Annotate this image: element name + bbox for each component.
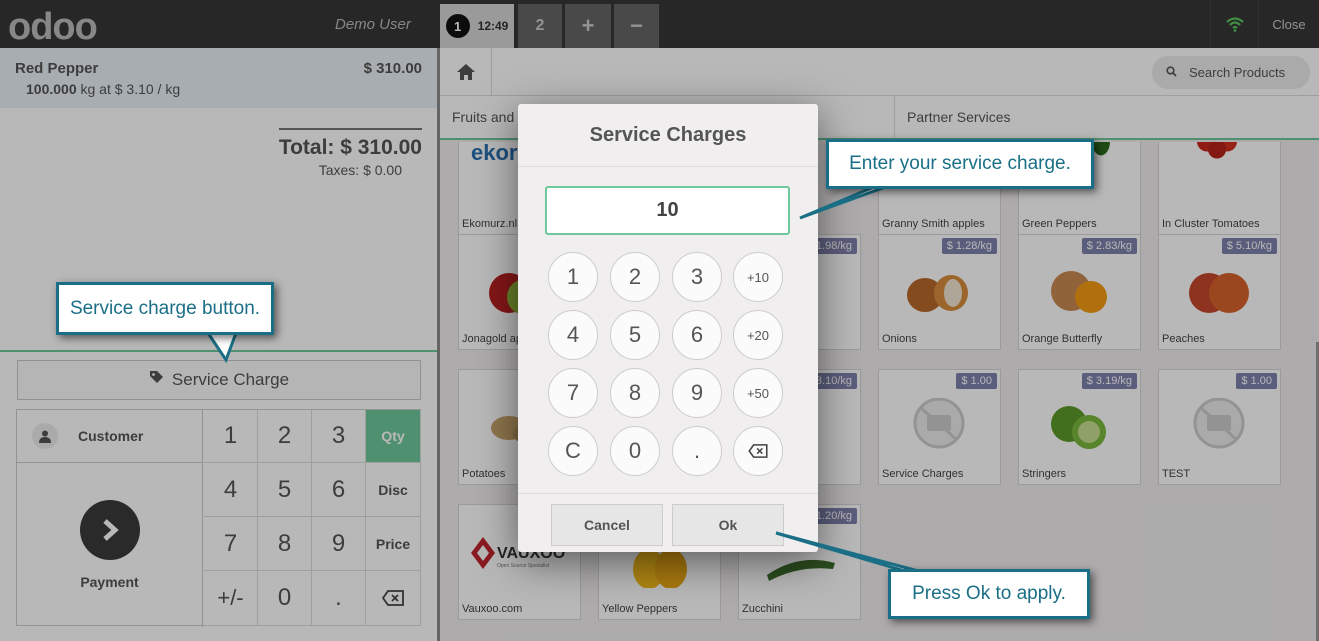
callout-pointer bbox=[799, 184, 889, 220]
callout-press-ok: Press Ok to apply. bbox=[888, 569, 1090, 619]
callout-pointer bbox=[775, 531, 923, 574]
callout-enter-charge: Enter your service charge. bbox=[826, 139, 1094, 189]
callout-pointer bbox=[205, 331, 239, 364]
callout-service-button: Service charge button. bbox=[56, 282, 274, 335]
